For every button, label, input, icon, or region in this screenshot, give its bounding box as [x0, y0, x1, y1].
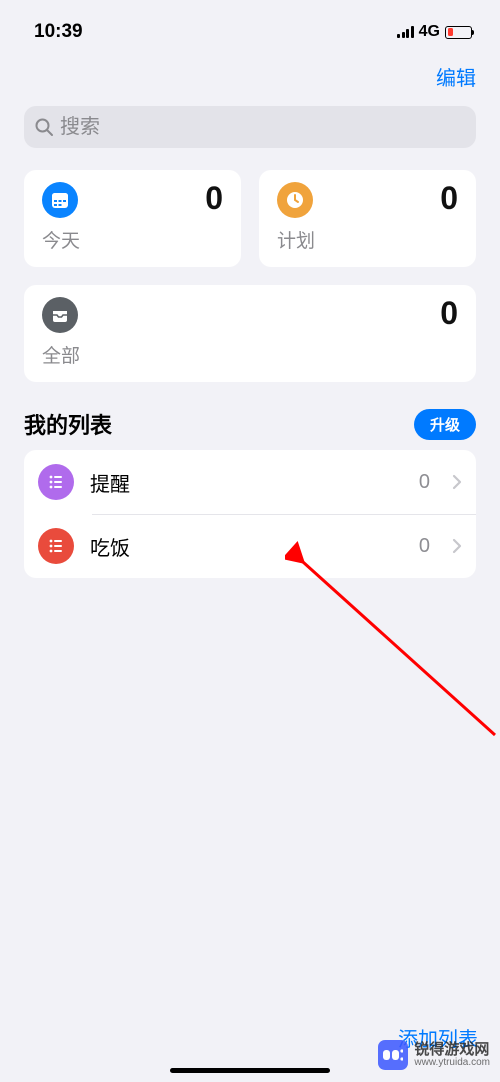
search-input[interactable]	[60, 116, 466, 139]
signal-icon	[397, 26, 414, 38]
list-item[interactable]: 吃饭 0	[24, 514, 476, 578]
chevron-right-icon	[452, 474, 462, 490]
list-bullet-icon	[38, 528, 74, 564]
card-planned-label: 计划	[277, 226, 458, 253]
upgrade-button[interactable]: 升级	[414, 409, 476, 440]
inbox-icon	[42, 297, 78, 333]
chevron-right-icon	[452, 538, 462, 554]
section-title: 我的列表	[24, 408, 112, 440]
nav-bar: 编辑	[0, 50, 500, 101]
calendar-icon	[42, 182, 78, 218]
card-today[interactable]: 0 今天	[24, 170, 241, 267]
card-today-label: 今天	[42, 226, 223, 253]
card-all-label: 全部	[42, 341, 458, 368]
status-time: 10:39	[34, 21, 83, 43]
card-today-count: 0	[205, 180, 223, 217]
cards-grid: 0 今天 0 计划 0 全部	[24, 170, 476, 382]
watermark-sub: www.ytruida.com	[414, 1057, 490, 1069]
list-bullet-icon	[38, 464, 74, 500]
home-indicator[interactable]	[170, 1068, 330, 1073]
network-label: 4G	[419, 23, 440, 41]
status-right: 4G	[397, 23, 472, 41]
battery-icon	[445, 26, 472, 39]
my-lists: 提醒 0 吃饭 0	[24, 450, 476, 578]
card-planned-count: 0	[440, 180, 458, 217]
edit-button[interactable]: 编辑	[436, 62, 476, 91]
section-header: 我的列表 升级	[24, 408, 476, 440]
card-all-count: 0	[440, 295, 458, 332]
watermark-main: 锐得游戏网	[414, 1042, 490, 1057]
watermark: 锐得游戏网 www.ytruida.com	[378, 1040, 490, 1070]
list-item-label: 吃饭	[90, 532, 403, 561]
search-bar[interactable]	[24, 106, 476, 148]
search-icon	[34, 117, 54, 137]
watermark-text: 锐得游戏网 www.ytruida.com	[414, 1042, 490, 1069]
list-item[interactable]: 提醒 0	[24, 450, 476, 514]
clock-icon	[277, 182, 313, 218]
list-item-count: 0	[419, 471, 430, 494]
card-all[interactable]: 0 全部	[24, 285, 476, 382]
watermark-icon	[378, 1040, 408, 1070]
card-planned[interactable]: 0 计划	[259, 170, 476, 267]
list-item-label: 提醒	[90, 468, 403, 497]
list-item-count: 0	[419, 535, 430, 558]
status-bar: 10:39 4G	[0, 0, 500, 50]
